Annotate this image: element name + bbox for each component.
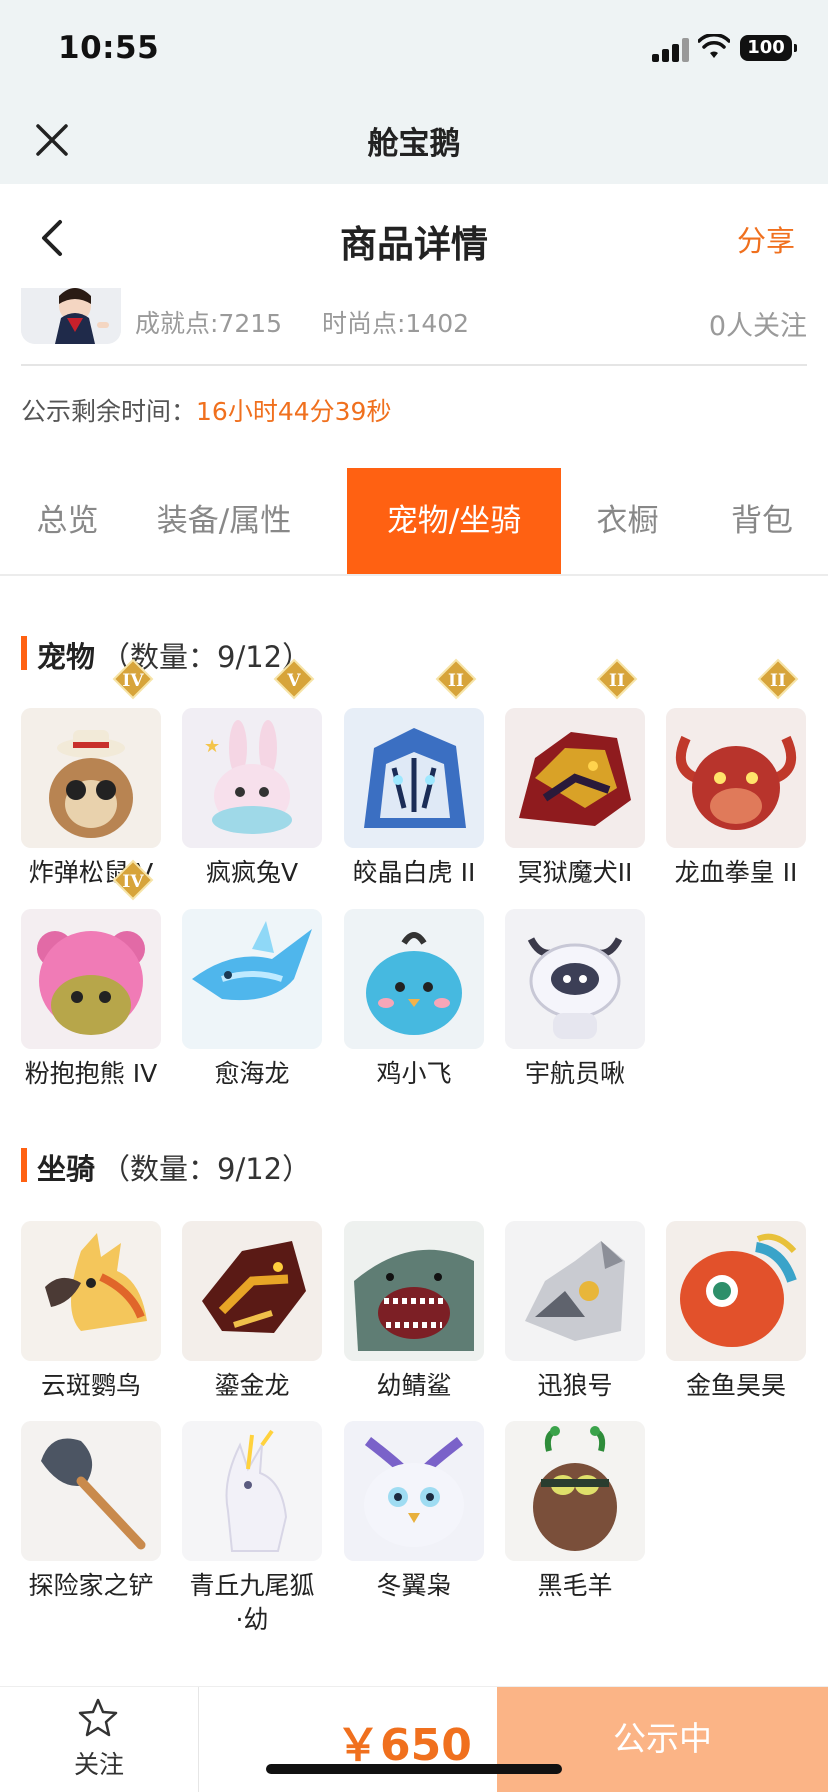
pet-name: 愈海龙 [214,1059,290,1088]
achievement-points: 成就点:7215 [135,309,283,338]
svg-text:IV: IV [122,671,144,691]
pet-image [505,909,645,1049]
wifi-icon [698,34,730,58]
account-info-row: 成就点:7215 时尚点:1402 0人关注 [0,288,828,364]
mount-name: 迅狼号 [537,1371,613,1400]
mount-image [505,1421,645,1561]
rank-badge: II [435,658,477,700]
follower-count: 0人关注 [708,311,807,342]
tab-wardrobe[interactable]: 衣橱 [580,468,675,574]
public-status-button[interactable]: 公示中 [497,1687,828,1792]
countdown: 公示剩余时间：16小时44分39秒 [21,392,391,428]
mount-image [182,1221,322,1361]
mount-name: 探险家之铲 [28,1571,154,1600]
svg-text:IV: IV [122,872,144,892]
share-button[interactable]: 分享 [737,218,795,260]
tab-pets-mounts[interactable]: 宠物/坐骑 [347,468,561,574]
pet-name: 宇航员啾 [524,1059,625,1088]
app-bar: 舱宝鹅 [0,96,828,184]
section-name: 坐骑 [37,1152,96,1186]
mount-name: 幼鲭鲨 [376,1371,452,1400]
mount-image [21,1421,161,1561]
section-count: （数量：9/12） [101,1152,312,1186]
mount-image [505,1221,645,1361]
countdown-label: 公示剩余时间： [21,397,197,426]
pet-name: 冥狱魔犬II [517,858,633,887]
pet-image [21,909,161,1049]
pet-image [344,708,484,848]
page-title: 商品详情 [340,223,488,266]
mount-name: 云斑鹦鸟 [40,1371,141,1400]
pet-name: 鸡小飞 [376,1059,452,1088]
section-accent-bar [21,1148,27,1182]
mount-image [182,1421,322,1561]
status-bar: 10:55 100 [0,0,828,96]
divider [21,364,807,366]
tab-bag[interactable]: 背包 [712,468,812,574]
bottom-action-bar: 关注 ￥650 公示中 [0,1686,828,1792]
mount-image [344,1221,484,1361]
mount-name: 黑毛羊 [537,1571,613,1600]
pet-name: 疯疯兔V [205,858,299,887]
pet-image [666,708,806,848]
mount-name: 鎏金龙 [214,1371,290,1400]
rank-badge: II [596,658,638,700]
pet-image [21,708,161,848]
countdown-time: 16小时44分39秒 [196,397,392,426]
mount-image [21,1221,161,1361]
mount-name: 金鱼昊昊 [685,1371,786,1400]
cellular-signal-icon [652,38,692,62]
fashion-points: 时尚点:1402 [322,309,470,338]
divider [0,574,828,576]
rank-badge: IV [112,658,154,700]
divider [198,1687,199,1792]
tab-overview[interactable]: 总览 [10,468,125,574]
tab-equipment[interactable]: 装备/属性 [148,468,300,574]
avatar [21,288,121,344]
rank-badge: II [757,658,799,700]
status-time: 10:55 [58,30,160,66]
home-indicator [266,1764,562,1774]
tab-bar: 总览 装备/属性 宠物/坐骑 衣橱 背包 [0,468,828,574]
section-accent-bar [21,636,27,670]
rank-badge: IV [112,859,154,901]
app-title: 舱宝鹅 [367,126,461,162]
pet-name: 粉抱抱熊 IV [24,1059,158,1088]
pet-name: 皎晶白虎 II [352,858,476,887]
star-icon [78,1698,118,1737]
mount-name: 冬翼枭 [376,1571,452,1600]
pet-image [505,708,645,848]
follow-label: 关注 [73,1750,124,1779]
mount-image [666,1221,806,1361]
pet-name: 龙血拳皇 II [674,858,798,887]
section-name: 宠物 [37,640,96,674]
svg-text:★: ★ [204,736,220,757]
svg-text:II: II [770,671,786,691]
svg-text:V: V [286,671,301,691]
follow-button[interactable]: 关注 [0,1687,198,1792]
svg-text:II: II [609,671,625,691]
nav-bar: 商品详情 分享 [0,184,828,290]
battery-icon: 100 [740,35,797,61]
pet-image: ★ [182,708,322,848]
mount-image [344,1421,484,1561]
mount-name: 青丘九尾狐 ·幼 [189,1571,315,1634]
rank-badge: V [273,658,315,700]
svg-text:II: II [448,671,464,691]
pet-image [182,909,322,1049]
pet-image [344,909,484,1049]
